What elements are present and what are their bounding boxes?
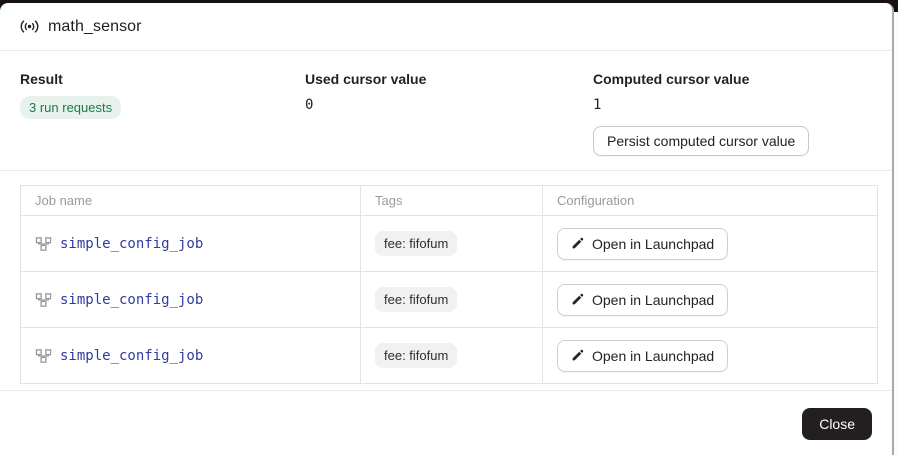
- column-header-configuration: Configuration: [543, 186, 878, 216]
- used-cursor-label: Used cursor value: [305, 71, 593, 87]
- open-in-launchpad-label: Open in Launchpad: [592, 236, 714, 252]
- close-button[interactable]: Close: [802, 408, 872, 440]
- section-divider: [0, 170, 892, 171]
- computed-cursor-value: 1: [593, 97, 872, 113]
- job-graph-icon: [35, 348, 52, 364]
- open-in-launchpad-button[interactable]: Open in Launchpad: [557, 228, 728, 260]
- table-row: simple_config_job fee: fifofum Open in L…: [21, 328, 878, 384]
- run-requests-table: Job name Tags Configuration: [20, 185, 878, 384]
- used-cursor-section: Used cursor value 0: [305, 71, 593, 156]
- table-header-row: Job name Tags Configuration: [21, 186, 878, 216]
- job-graph-icon: [35, 236, 52, 252]
- dialog-title: math_sensor: [48, 18, 142, 36]
- job-name-link[interactable]: simple_config_job: [60, 348, 203, 364]
- tag-chip: fee: fifofum: [375, 287, 457, 312]
- result-section: Result 3 run requests: [20, 71, 305, 156]
- tag-chip: fee: fifofum: [375, 343, 457, 368]
- column-header-tags: Tags: [361, 186, 543, 216]
- table-row: simple_config_job fee: fifofum Open in L…: [21, 272, 878, 328]
- sensor-icon: [20, 19, 39, 34]
- result-label: Result: [20, 71, 305, 87]
- run-requests-badge: 3 run requests: [20, 96, 121, 119]
- computed-cursor-label: Computed cursor value: [593, 71, 872, 87]
- job-name-link[interactable]: simple_config_job: [60, 292, 203, 308]
- open-in-launchpad-button[interactable]: Open in Launchpad: [557, 284, 728, 316]
- column-header-job-name: Job name: [21, 186, 361, 216]
- sensor-evaluation-dialog: math_sensor Result 3 run requests Used c…: [0, 3, 894, 455]
- pencil-icon: [571, 293, 584, 306]
- persist-cursor-button[interactable]: Persist computed cursor value: [593, 126, 809, 156]
- evaluation-summary: Result 3 run requests Used cursor value …: [0, 51, 892, 156]
- dialog-header: math_sensor: [0, 3, 892, 51]
- dialog-footer: Close: [0, 390, 892, 440]
- table-row: simple_config_job fee: fifofum Open in L…: [21, 216, 878, 272]
- pencil-icon: [571, 237, 584, 250]
- job-name-link[interactable]: simple_config_job: [60, 236, 203, 252]
- open-in-launchpad-button[interactable]: Open in Launchpad: [557, 340, 728, 372]
- tag-chip: fee: fifofum: [375, 231, 457, 256]
- job-graph-icon: [35, 292, 52, 308]
- open-in-launchpad-label: Open in Launchpad: [592, 348, 714, 364]
- computed-cursor-section: Computed cursor value 1 Persist computed…: [593, 71, 872, 156]
- open-in-launchpad-label: Open in Launchpad: [592, 292, 714, 308]
- persist-cursor-button-label: Persist computed cursor value: [607, 133, 795, 149]
- used-cursor-value: 0: [305, 97, 593, 113]
- pencil-icon: [571, 349, 584, 362]
